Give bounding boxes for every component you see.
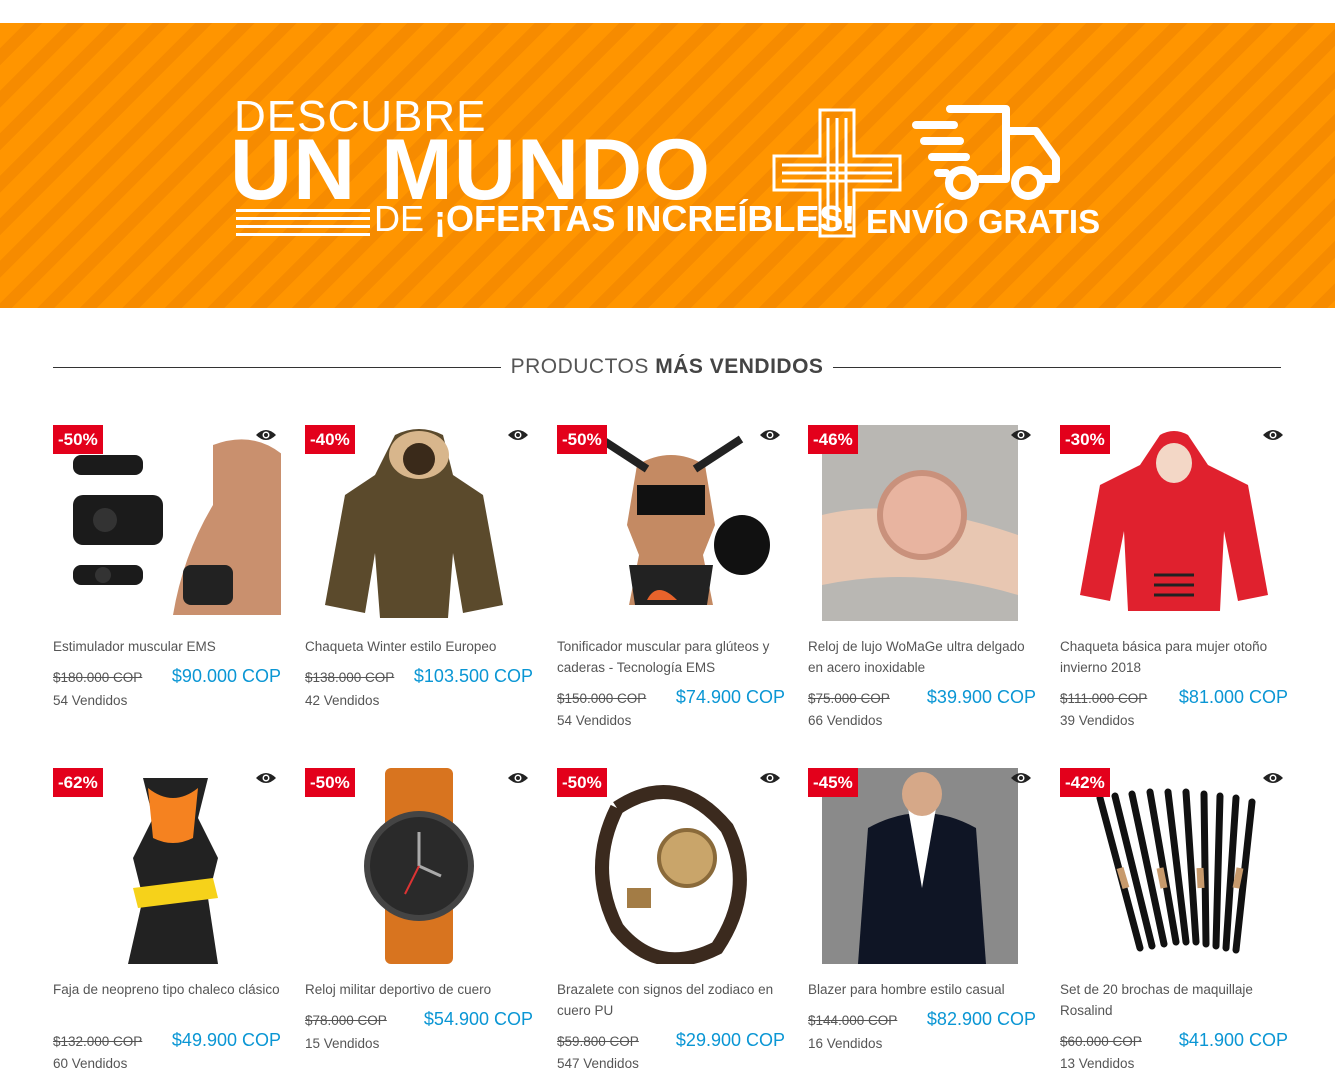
- product-image[interactable]: [557, 425, 785, 621]
- product-prices: $144.000 COP $82.900 COP: [808, 1009, 1036, 1033]
- sold-count: 547 Vendidos: [557, 1056, 639, 1071]
- discount-badge: -50%: [557, 768, 607, 797]
- old-price: $150.000 COP: [557, 691, 647, 706]
- product-name[interactable]: Estimulador muscular EMS: [53, 636, 281, 657]
- product-prices: $150.000 COP $74.900 COP: [557, 687, 785, 711]
- product-name[interactable]: Reloj militar deportivo de cuero: [305, 979, 533, 1000]
- product-name[interactable]: Tonificador muscular para glúteos y cade…: [557, 636, 785, 678]
- product-prices: $138.000 COP $103.500 COP: [305, 666, 533, 690]
- current-price: $103.500 COP: [413, 666, 533, 686]
- sold-count: 39 Vendidos: [1060, 713, 1135, 728]
- product-name[interactable]: Reloj de lujo WoMaGe ultra delgado en ac…: [808, 636, 1036, 678]
- product-image[interactable]: [808, 425, 1036, 621]
- old-price: $59.800 COP: [557, 1034, 639, 1049]
- discount-badge: -45%: [808, 768, 858, 797]
- sold-count: 15 Vendidos: [305, 1036, 380, 1051]
- discount-badge: -50%: [305, 768, 355, 797]
- discount-badge: -50%: [557, 425, 607, 454]
- divider: [833, 367, 1281, 368]
- sold-count: 42 Vendidos: [305, 693, 380, 708]
- quick-view-eye-icon[interactable]: [507, 771, 529, 790]
- old-price: $180.000 COP: [53, 670, 143, 685]
- discount-badge: -30%: [1060, 425, 1110, 454]
- current-price: $39.900 COP: [926, 687, 1036, 707]
- current-price: $74.900 COP: [675, 687, 785, 707]
- current-price: $29.900 COP: [675, 1030, 785, 1050]
- sold-count: 66 Vendidos: [808, 713, 883, 728]
- discount-badge: -40%: [305, 425, 355, 454]
- quick-view-eye-icon[interactable]: [1262, 771, 1284, 790]
- section-header: PRODUCTOS MÁS VENDIDOS: [53, 352, 1281, 384]
- product-name[interactable]: Brazalete con signos del zodiaco en cuer…: [557, 979, 785, 1021]
- product-prices: $60.000 COP $41.900 COP: [1060, 1030, 1288, 1054]
- product-name[interactable]: Chaqueta básica para mujer otoño inviern…: [1060, 636, 1288, 678]
- product-prices: $75.000 COP $39.900 COP: [808, 687, 1036, 711]
- quick-view-eye-icon[interactable]: [255, 428, 277, 447]
- product-image[interactable]: [808, 768, 1036, 964]
- discount-badge: -62%: [53, 768, 103, 797]
- old-price: $111.000 COP: [1060, 691, 1148, 706]
- current-price: $54.900 COP: [423, 1009, 533, 1029]
- discount-badge: -46%: [808, 425, 858, 454]
- quick-view-eye-icon[interactable]: [1010, 428, 1032, 447]
- old-price: $78.000 COP: [305, 1013, 387, 1028]
- product-image[interactable]: [305, 425, 533, 621]
- product-image[interactable]: [53, 768, 281, 964]
- quick-view-eye-icon[interactable]: [255, 771, 277, 790]
- quick-view-eye-icon[interactable]: [1010, 771, 1032, 790]
- section-title-bold: MÁS VENDIDOS: [655, 355, 824, 378]
- product-name[interactable]: Chaqueta Winter estilo Europeo: [305, 636, 533, 657]
- current-price: $81.000 COP: [1178, 687, 1288, 707]
- discount-badge: -50%: [53, 425, 103, 454]
- product-name[interactable]: Blazer para hombre estilo casual: [808, 979, 1036, 1000]
- banner-envio-gratis: ENVÍO GRATIS: [866, 203, 1101, 240]
- sold-count: 54 Vendidos: [557, 713, 632, 728]
- old-price: $75.000 COP: [808, 691, 890, 706]
- current-price: $82.900 COP: [926, 1009, 1036, 1029]
- product-image[interactable]: [1060, 768, 1288, 964]
- product-image[interactable]: [53, 425, 283, 621]
- quick-view-eye-icon[interactable]: [759, 771, 781, 790]
- product-prices: $78.000 COP $54.900 COP: [305, 1009, 533, 1033]
- product-prices: $132.000 COP $49.900 COP: [53, 1030, 281, 1054]
- quick-view-eye-icon[interactable]: [507, 428, 529, 447]
- discount-badge: -42%: [1060, 768, 1110, 797]
- sold-count: 13 Vendidos: [1060, 1056, 1135, 1071]
- product-image[interactable]: [557, 768, 785, 967]
- quick-view-eye-icon[interactable]: [1262, 428, 1284, 447]
- product-prices: $111.000 COP $81.000 COP: [1060, 687, 1288, 711]
- product-prices: $180.000 COP $90.000 COP: [53, 666, 281, 690]
- old-price: $60.000 COP: [1060, 1034, 1142, 1049]
- quick-view-eye-icon[interactable]: [759, 428, 781, 447]
- sold-count: 60 Vendidos: [53, 1056, 128, 1071]
- product-name[interactable]: Faja de neopreno tipo chaleco clásico: [53, 979, 281, 1000]
- banner-de: DE: [374, 198, 425, 239]
- old-price: $144.000 COP: [808, 1013, 898, 1028]
- current-price: $41.900 COP: [1178, 1030, 1288, 1050]
- banner-speed-lines: [236, 209, 370, 241]
- sold-count: 54 Vendidos: [53, 693, 128, 708]
- current-price: $49.900 COP: [171, 1030, 281, 1050]
- product-image[interactable]: [1060, 425, 1288, 621]
- old-price: $132.000 COP: [53, 1034, 143, 1049]
- promo-banner[interactable]: DESCUBRE UN MUNDO DE ¡OFERTAS INCREÍBLES…: [0, 23, 1335, 308]
- product-name[interactable]: Set de 20 brochas de maquillaje Rosalind: [1060, 979, 1288, 1021]
- product-image[interactable]: [305, 768, 533, 964]
- product-prices: $59.800 COP $29.900 COP: [557, 1030, 785, 1054]
- current-price: $90.000 COP: [171, 666, 281, 686]
- delivery-truck-icon: [912, 105, 1060, 200]
- sold-count: 16 Vendidos: [808, 1036, 883, 1051]
- old-price: $138.000 COP: [305, 670, 395, 685]
- section-title-light: PRODUCTOS: [510, 355, 649, 378]
